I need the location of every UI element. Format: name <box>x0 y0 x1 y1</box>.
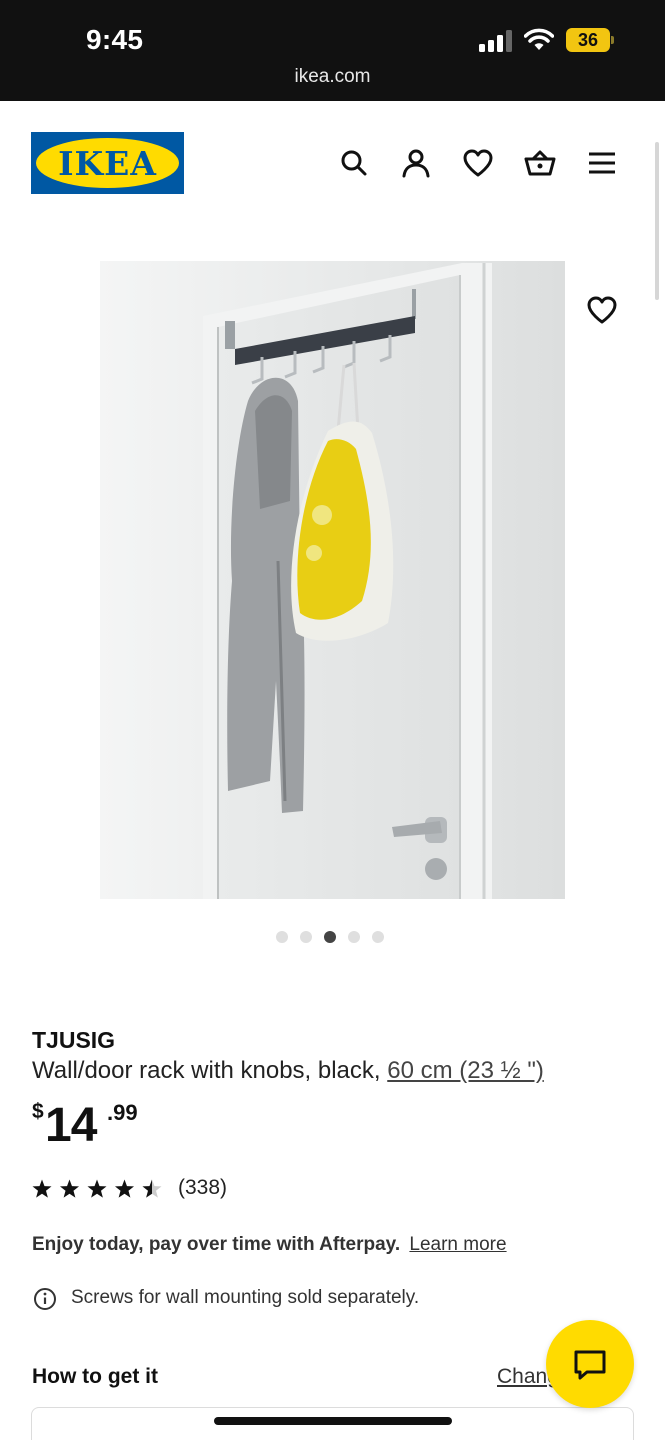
product-description: Wall/door rack with knobs, black, 60 cm … <box>32 1057 544 1085</box>
status-time: 9:45 <box>86 24 144 55</box>
rating-star <box>59 1179 80 1198</box>
signal-icon <box>479 30 512 52</box>
rating-star <box>32 1179 52 1198</box>
afterpay-text: Enjoy today, pay over time with Afterpay… <box>32 1234 401 1255</box>
search-icon[interactable] <box>338 147 370 179</box>
product-name: TJUSIG <box>32 1027 116 1053</box>
product-photo <box>100 261 565 899</box>
product-image[interactable] <box>100 261 565 899</box>
heart-icon[interactable] <box>462 147 494 179</box>
price-integer: 14 <box>45 1099 97 1152</box>
product-size-link[interactable]: 60 cm (23 ½ ") <box>387 1057 544 1084</box>
product-description-text: Wall/door rack with knobs, black, <box>32 1057 381 1084</box>
address-bar[interactable]: ikea.com <box>0 66 665 88</box>
pagination-dot[interactable] <box>324 931 336 943</box>
pagination-dot[interactable] <box>276 931 288 943</box>
chat-icon <box>574 1350 606 1380</box>
basket-icon[interactable] <box>524 147 556 179</box>
status-bar: 9:45 36 ikea.com <box>0 0 665 101</box>
logo-text: IKEA <box>58 144 157 183</box>
info-icon <box>34 1288 56 1310</box>
rating-star <box>114 1179 135 1198</box>
ikea-logo[interactable]: IKEA <box>31 132 184 194</box>
page-scrollbar[interactable] <box>655 142 659 300</box>
pagination-dot[interactable] <box>300 931 312 943</box>
image-pagination-dots[interactable] <box>276 931 384 944</box>
wifi-icon <box>524 28 554 50</box>
pagination-dot[interactable] <box>348 931 360 943</box>
chat-button[interactable] <box>546 1320 634 1408</box>
rating-stars[interactable] <box>31 1178 163 1200</box>
mounting-notice: Screws for wall mounting sold separately… <box>71 1287 420 1308</box>
price-decimal: .99 <box>107 1100 138 1125</box>
battery-level: 36 <box>566 28 610 52</box>
menu-icon[interactable] <box>586 147 618 179</box>
account-icon[interactable] <box>400 147 432 179</box>
pagination-dot[interactable] <box>372 931 384 943</box>
rating-star <box>142 1179 162 1198</box>
rating-count[interactable]: (338) <box>178 1176 227 1200</box>
afterpay-banner: Enjoy today, pay over time with Afterpay… <box>32 1234 507 1256</box>
learn-more-link[interactable]: Learn more <box>409 1234 506 1255</box>
add-to-favorites-icon[interactable] <box>586 294 618 326</box>
home-indicator[interactable] <box>214 1417 452 1425</box>
rating-star <box>87 1179 107 1198</box>
battery-icon: 36 <box>566 28 614 52</box>
price-currency: $ <box>32 1100 44 1123</box>
how-to-get-it-heading: How to get it <box>32 1365 158 1388</box>
